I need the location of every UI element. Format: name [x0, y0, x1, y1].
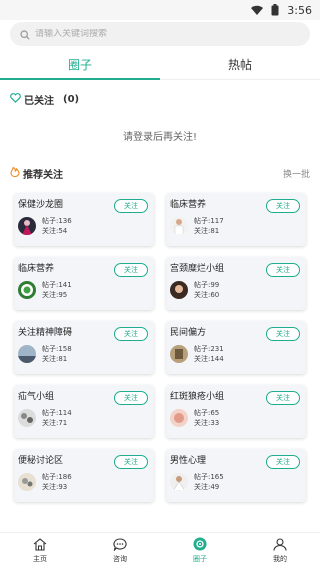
- recommend-section-header: 推荐关注 换一批: [0, 165, 320, 181]
- follow-button[interactable]: 关注: [266, 263, 300, 277]
- circle-avatar: [170, 281, 188, 299]
- circle-card[interactable]: 男性心理 关注 帖子:165 关注:49: [166, 449, 306, 502]
- post-count: 帖子:158: [42, 345, 72, 353]
- follow-button[interactable]: 关注: [114, 263, 148, 277]
- follow-button[interactable]: 关注: [266, 327, 300, 341]
- circle-avatar: [170, 473, 188, 491]
- circle-avatar: [18, 409, 36, 427]
- follower-count: 关注:54: [42, 227, 68, 235]
- circle-card[interactable]: 宫颈糜烂小组 关注 帖子:99 关注:60: [166, 257, 306, 310]
- follower-count: 关注:81: [42, 355, 68, 363]
- follower-count: 关注:71: [42, 419, 68, 427]
- follow-button[interactable]: 关注: [114, 199, 148, 213]
- heart-icon: [10, 92, 21, 106]
- login-tip[interactable]: 请登录后再关注!: [0, 128, 320, 143]
- follow-button[interactable]: 关注: [114, 455, 148, 469]
- tab-bar: 圈子 热帖: [0, 50, 320, 80]
- follow-button[interactable]: 关注: [266, 455, 300, 469]
- post-count: 帖子:141: [42, 281, 72, 289]
- wifi-icon: [251, 5, 264, 15]
- follower-count: 关注:49: [194, 483, 220, 491]
- nav-circles[interactable]: 圈子: [160, 533, 240, 568]
- follower-count: 关注:60: [194, 291, 220, 299]
- follower-count: 关注:33: [194, 419, 220, 427]
- nav-label: 我的: [273, 554, 287, 563]
- circle-card[interactable]: 临床营养 关注 帖子:141 关注:95: [14, 257, 154, 310]
- circle-card[interactable]: 保健沙龙圈 关注 帖子:136 关注:54: [14, 193, 154, 246]
- post-count: 帖子:65: [194, 409, 220, 417]
- circle-card[interactable]: 临床营养 关注 帖子:117 关注:81: [166, 193, 306, 246]
- flame-icon: [10, 166, 20, 180]
- nav-consult[interactable]: 咨询: [80, 533, 160, 568]
- post-count: 帖子:117: [194, 217, 224, 225]
- follower-count: 关注:81: [194, 227, 220, 235]
- follow-button[interactable]: 关注: [266, 391, 300, 405]
- post-count: 帖子:136: [42, 217, 72, 225]
- circle-card[interactable]: 民间偏方 关注 帖子:231 关注:144: [166, 321, 306, 374]
- nav-label: 圈子: [193, 555, 207, 563]
- user-icon: [273, 537, 287, 553]
- circle-avatar: [170, 217, 188, 235]
- post-count: 帖子:165: [194, 473, 224, 481]
- status-bar: 3:56: [0, 0, 320, 20]
- circle-avatar: [170, 345, 188, 363]
- recommend-title: 推荐关注: [23, 169, 63, 181]
- post-count: 帖子:99: [194, 281, 220, 289]
- search-bar[interactable]: [10, 22, 310, 46]
- circle-card-grid: 保健沙龙圈 关注 帖子:136 关注:54 临床营养 关注 帖子:117 关注:…: [0, 193, 320, 502]
- follow-button[interactable]: 关注: [114, 391, 148, 405]
- follower-count: 关注:144: [194, 355, 224, 363]
- follower-count: 关注:93: [42, 483, 68, 491]
- followed-label: 已关注: [24, 95, 54, 107]
- followed-count: (0): [63, 93, 80, 105]
- chat-icon: [113, 537, 127, 553]
- home-icon: [33, 537, 47, 553]
- followed-section-header: 已关注 (0): [0, 88, 320, 110]
- circle-card[interactable]: 疝气小组 关注 帖子:114 关注:71: [14, 385, 154, 438]
- circle-avatar: [18, 473, 36, 491]
- nav-profile[interactable]: 我的: [240, 533, 320, 568]
- nav-label: 咨询: [113, 554, 127, 563]
- battery-icon: [271, 4, 279, 16]
- follower-count: 关注:95: [42, 291, 68, 299]
- search-icon: [20, 25, 30, 44]
- refresh-button[interactable]: 换一批: [283, 167, 310, 180]
- tab-circles[interactable]: 圈子: [0, 50, 160, 80]
- post-count: 帖子:114: [42, 409, 72, 417]
- nav-label: 主页: [33, 554, 47, 563]
- tab-hot-posts[interactable]: 热帖: [160, 50, 320, 79]
- follow-button[interactable]: 关注: [266, 199, 300, 213]
- circle-avatar: [18, 217, 36, 235]
- nav-home[interactable]: 主页: [0, 533, 80, 568]
- circle-avatar: [18, 281, 36, 299]
- circle-avatar: [18, 345, 36, 363]
- circle-avatar: [170, 409, 188, 427]
- search-input[interactable]: [35, 29, 295, 39]
- follow-button[interactable]: 关注: [114, 327, 148, 341]
- circle-icon: [193, 537, 207, 553]
- post-count: 帖子:186: [42, 473, 72, 481]
- status-time: 3:56: [287, 3, 312, 17]
- bottom-nav: 主页 咨询 圈子 我的: [0, 532, 320, 568]
- post-count: 帖子:231: [194, 345, 224, 353]
- circle-card[interactable]: 红斑狼疮小组 关注 帖子:65 关注:33: [166, 385, 306, 438]
- circle-card[interactable]: 便秘讨论区 关注 帖子:186 关注:93: [14, 449, 154, 502]
- circle-card[interactable]: 关注精神障碍 关注 帖子:158 关注:81: [14, 321, 154, 374]
